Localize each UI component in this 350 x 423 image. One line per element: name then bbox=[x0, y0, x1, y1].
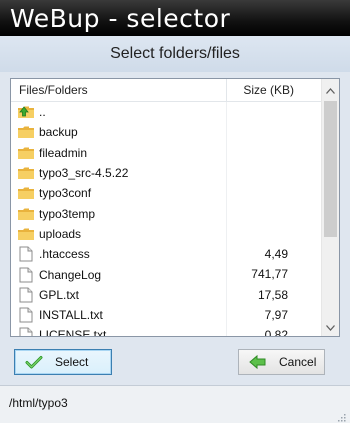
cancel-button[interactable]: Cancel bbox=[238, 349, 325, 375]
title-bar: WeBup - selector bbox=[0, 0, 350, 36]
row-name-cell: INSTALL.txt bbox=[11, 304, 227, 326]
column-header-size[interactable]: Size (KB) bbox=[227, 79, 322, 101]
folder-row[interactable]: uploads bbox=[11, 223, 322, 245]
file-row[interactable]: LICENSE.txt 0,82 bbox=[11, 325, 322, 337]
row-name-cell: GPL.txt bbox=[11, 284, 227, 305]
file-icon bbox=[17, 287, 35, 303]
arrow-left-icon bbox=[249, 354, 267, 370]
file-row[interactable]: GPL.txt 17,58 bbox=[11, 284, 322, 305]
row-size bbox=[227, 102, 322, 122]
column-header-name[interactable]: Files/Folders bbox=[11, 79, 227, 101]
select-button[interactable]: Select bbox=[14, 349, 112, 375]
folder-row[interactable]: fileadmin bbox=[11, 142, 322, 163]
row-size: 0,82 bbox=[264, 328, 288, 337]
row-name-cell: uploads bbox=[11, 223, 227, 245]
row-name-cell: .. bbox=[11, 102, 227, 123]
row-name: typo3conf bbox=[39, 186, 92, 201]
scroll-down-icon[interactable] bbox=[322, 319, 339, 336]
list-rows: .. backup fileadmin typo3_src-4.5.22 typo3co… bbox=[11, 102, 322, 337]
file-row[interactable]: ChangeLog 741,77 bbox=[11, 264, 322, 285]
file-row[interactable]: INSTALL.txt 7,97 bbox=[11, 304, 322, 326]
main-panel: Files/Folders Size (KB) .. backup fileadmi… bbox=[0, 72, 350, 385]
file-icon bbox=[17, 246, 35, 262]
row-size bbox=[227, 183, 322, 203]
vertical-scrollbar[interactable] bbox=[321, 79, 339, 336]
row-size: 741,77 bbox=[251, 267, 288, 282]
row-size: 17,58 bbox=[257, 287, 288, 302]
row-name-cell: typo3temp bbox=[11, 203, 227, 224]
folder-row[interactable]: .. bbox=[11, 102, 322, 123]
row-name-cell: fileadmin bbox=[11, 142, 227, 163]
row-name-cell: backup bbox=[11, 122, 227, 143]
file-icon bbox=[17, 327, 35, 336]
row-size bbox=[227, 203, 322, 223]
row-size: 4,49 bbox=[264, 247, 288, 262]
select-button-label: Select bbox=[55, 355, 89, 369]
file-icon bbox=[17, 267, 35, 283]
row-name: uploads bbox=[39, 226, 82, 241]
row-size: 7,97 bbox=[264, 307, 288, 322]
list-header: Files/Folders Size (KB) bbox=[11, 79, 322, 102]
row-size bbox=[227, 224, 322, 244]
row-name: INSTALL.txt bbox=[39, 308, 103, 323]
row-name: typo3temp bbox=[39, 206, 96, 221]
folder-icon bbox=[17, 165, 35, 181]
folder-icon bbox=[17, 226, 35, 242]
row-name-cell: LICENSE.txt bbox=[11, 325, 227, 337]
row-size bbox=[227, 163, 322, 183]
row-name: fileadmin bbox=[39, 145, 88, 160]
row-size bbox=[227, 143, 322, 163]
file-icon bbox=[17, 307, 35, 323]
row-name: ChangeLog bbox=[39, 267, 102, 282]
row-name: typo3_src-4.5.22 bbox=[39, 166, 129, 181]
selector-window: WeBup - selector Select folders/files Fi… bbox=[0, 0, 350, 423]
resize-grip-icon[interactable] bbox=[336, 409, 346, 422]
folder-icon bbox=[17, 185, 35, 201]
folder-row[interactable]: typo3conf bbox=[11, 183, 322, 204]
folder-up-icon bbox=[17, 104, 35, 120]
row-name: backup bbox=[39, 125, 78, 140]
current-path: /html/typo3 bbox=[9, 396, 68, 410]
folder-row[interactable]: typo3_src-4.5.22 bbox=[11, 162, 322, 184]
row-name: .htaccess bbox=[39, 247, 90, 262]
file-list[interactable]: Files/Folders Size (KB) .. backup fileadmi… bbox=[10, 78, 340, 337]
scroll-thumb[interactable] bbox=[324, 101, 337, 237]
folder-icon bbox=[17, 124, 35, 140]
checkmark-icon bbox=[25, 354, 43, 370]
row-name-cell: typo3conf bbox=[11, 183, 227, 204]
window-title: WeBup - selector bbox=[10, 3, 231, 33]
row-size bbox=[227, 122, 322, 142]
folder-icon bbox=[17, 206, 35, 222]
folder-row[interactable]: typo3temp bbox=[11, 203, 322, 224]
row-name: .. bbox=[39, 105, 46, 120]
row-name: LICENSE.txt bbox=[39, 328, 107, 337]
row-name-cell: ChangeLog bbox=[11, 264, 227, 285]
header-band: Select folders/files bbox=[0, 36, 350, 73]
file-row[interactable]: .htaccess 4,49 bbox=[11, 244, 322, 265]
row-name-cell: .htaccess bbox=[11, 244, 227, 265]
dialog-subtitle: Select folders/files bbox=[110, 45, 240, 62]
status-bar: /html/typo3 bbox=[0, 385, 350, 423]
folder-icon bbox=[17, 145, 35, 161]
cancel-button-label: Cancel bbox=[279, 355, 317, 369]
row-name-cell: typo3_src-4.5.22 bbox=[11, 162, 227, 184]
scroll-up-icon[interactable] bbox=[322, 82, 339, 99]
row-name: GPL.txt bbox=[39, 287, 80, 302]
folder-row[interactable]: backup bbox=[11, 122, 322, 143]
